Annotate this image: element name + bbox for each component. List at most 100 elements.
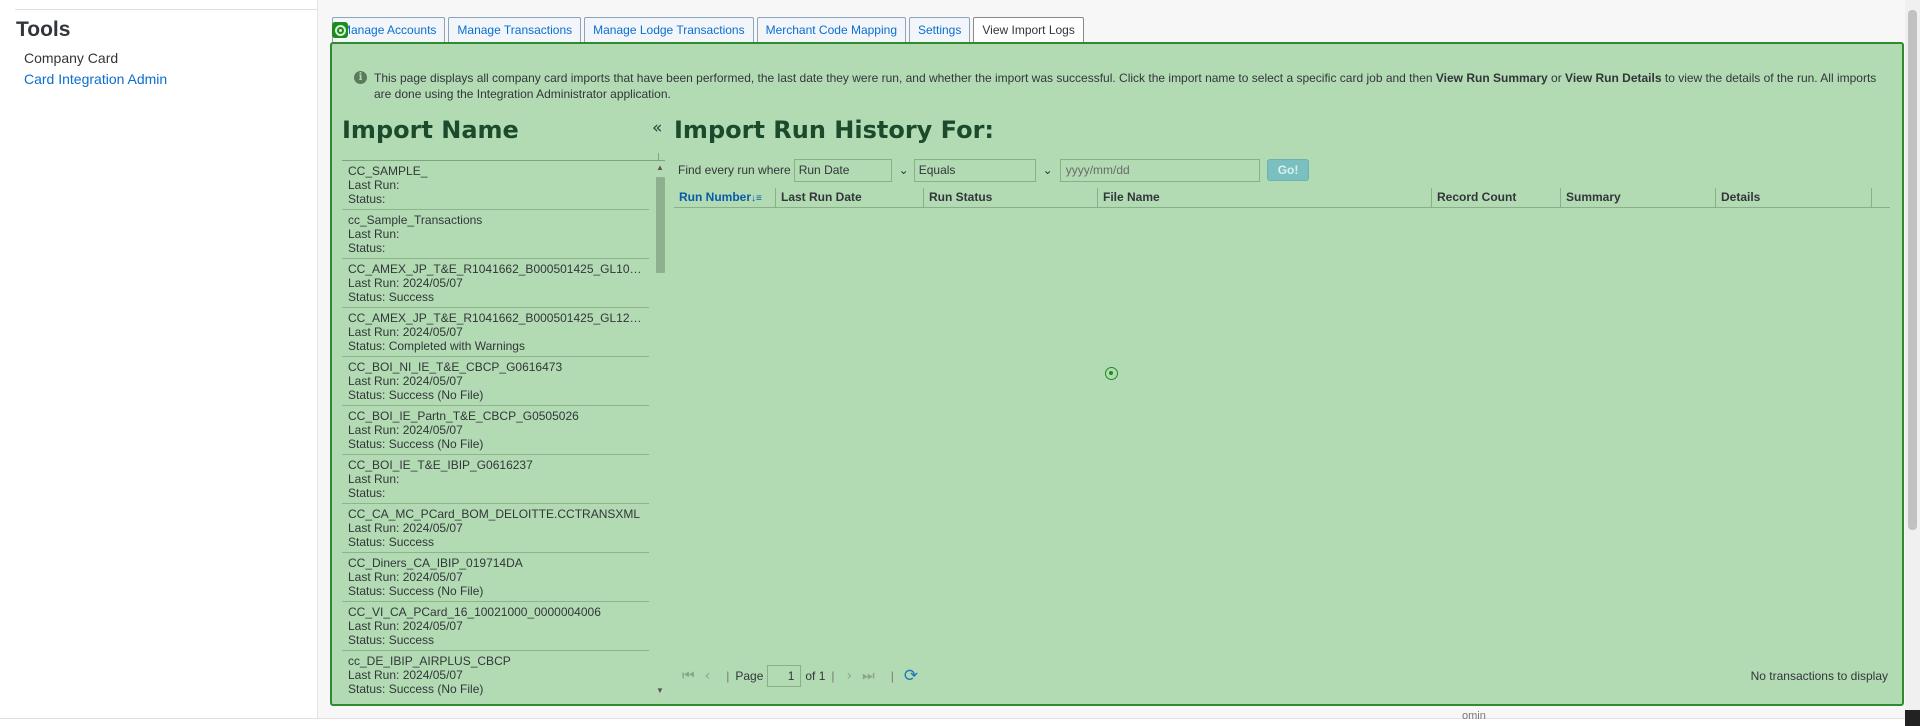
sidebar-title: Tools [16, 18, 71, 41]
import-item-status: Status: Success (No File) [348, 584, 484, 598]
tab-manage-accounts[interactable]: Manage Accounts [332, 17, 446, 43]
import-list: CC_SAMPLE_ Last Run: Status: cc_Sample_T… [342, 161, 649, 697]
import-item-status: Status: [348, 241, 386, 255]
list-item[interactable]: CC_BOI_IE_Partn_T&E_CBCP_G0505026 Last R… [342, 406, 649, 455]
list-item[interactable]: CC_AMEX_JP_T&E_R1041662_B000501425_GL120… [342, 308, 649, 357]
import-item-last-run: Last Run: 2024/05/07 [348, 423, 463, 437]
filter-label: Find every run where [678, 163, 791, 177]
info-link-run-summary: View Run Summary [1435, 71, 1548, 85]
column-run-number[interactable]: Run Number↓≡ [674, 188, 776, 208]
list-item[interactable]: CC_BOI_IE_T&E_IBIP_G0616237 Last Run: St… [342, 455, 649, 504]
import-name-heading: Import Name [342, 116, 519, 144]
empty-table-message: No transactions to display [1750, 669, 1888, 683]
tab-manage-transactions[interactable]: Manage Transactions [448, 17, 582, 43]
pagination-toolbar: ⏮ ‹ | Page 1 of 1 | › ⏭ | ⟳ [682, 665, 918, 687]
filter-operator-select[interactable]: Equals ⌄ [913, 158, 1053, 182]
column-details[interactable]: Details [1716, 188, 1872, 208]
import-logs-panel: i This page displays all company card im… [330, 42, 1904, 706]
list-item[interactable]: CC_VI_CA_PCard_16_10021000_0000004006 La… [342, 602, 649, 651]
tab-bar: Manage Accounts Manage Transactions Mana… [332, 17, 1084, 43]
import-item-name: CC_BOI_IE_T&E_IBIP_G0616237 [348, 458, 533, 472]
last-page-icon[interactable]: ⏭ [862, 668, 875, 684]
filter-date-input[interactable]: yyyy/mm/dd [1059, 158, 1260, 182]
scroll-thumb[interactable] [656, 177, 665, 273]
page-scroll-thumb[interactable] [1908, 10, 1917, 530]
info-link-run-details: View Run Details [1565, 71, 1662, 85]
info-icon: i [354, 71, 367, 84]
import-item-status: Status: Success (No File) [348, 437, 484, 451]
import-item-name: CC_Diners_CA_IBIP_019714DA [348, 556, 523, 570]
import-item-name: CC_SAMPLE_ [348, 164, 428, 178]
next-page-icon[interactable]: › [847, 668, 853, 684]
import-item-last-run: Last Run: 2024/05/07 [348, 619, 463, 633]
footer-fragment-text: omin [1462, 710, 1486, 722]
import-item-status: Status: Completed with Warnings [348, 339, 525, 353]
sidebar-item-company-card: Company Card [24, 50, 119, 66]
column-file-name[interactable]: File Name [1098, 188, 1432, 208]
tools-sidebar: Tools Company Card Card Integration Admi… [0, 0, 318, 718]
import-item-status: Status: [348, 486, 386, 500]
run-history-table-header: Run Number↓≡ Last Run Date Run Status Fi… [674, 188, 1890, 208]
import-item-last-run: Last Run: [348, 227, 400, 241]
import-run-history-heading: Import Run History For: [674, 116, 995, 144]
previous-page-icon[interactable]: ‹ [705, 668, 711, 684]
list-item[interactable]: CC_BOI_NI_IE_T&E_CBCP_G0616473 Last Run:… [342, 357, 649, 406]
import-item-status: Status: [348, 192, 386, 206]
tab-manage-lodge-transactions[interactable]: Manage Lodge Transactions [584, 17, 754, 43]
pager-separator: | [831, 669, 835, 683]
import-item-name: CC_BOI_NI_IE_T&E_CBCP_G0616473 [348, 360, 563, 374]
first-page-icon[interactable]: ⏮ [682, 668, 695, 684]
import-list-container: CC_SAMPLE_ Last Run: Status: cc_Sample_T… [342, 153, 666, 697]
page-number-input[interactable]: 1 [767, 665, 802, 687]
go-button[interactable]: Go! [1266, 159, 1310, 181]
list-item[interactable]: cc_Sample_Transactions Last Run: Status: [342, 210, 649, 259]
list-item[interactable]: CC_CA_MC_PCard_BOM_DELOITTE.CCTRANSXML L… [342, 504, 649, 553]
chevron-down-icon[interactable]: ⌄ [899, 160, 909, 181]
import-item-last-run: Last Run: [348, 472, 400, 486]
sidebar-item-card-integration-admin[interactable]: Card Integration Admin [24, 71, 167, 87]
import-item-last-run: Last Run: 2024/05/07 [348, 374, 463, 388]
sort-descending-icon[interactable]: ↓≡ [751, 193, 762, 204]
import-item-name: CC_BOI_IE_Partn_T&E_CBCP_G0505026 [348, 409, 579, 423]
filter-field-select[interactable]: Run Date ⌄ [793, 158, 909, 182]
import-item-name: CC_CA_MC_PCard_BOM_DELOITTE.CCTRANSXML [348, 507, 641, 521]
column-record-count[interactable]: Record Count [1432, 188, 1561, 208]
sidebar-divider [15, 9, 317, 10]
tab-merchant-code-mapping[interactable]: Merchant Code Mapping [756, 17, 906, 43]
import-item-status: Status: Success (No File) [348, 682, 484, 696]
scroll-down-icon[interactable]: ▼ [656, 686, 664, 695]
list-item[interactable]: CC_AMEX_JP_T&E_R1041662_B000501425_GL102… [342, 259, 649, 308]
tab-settings[interactable]: Settings [909, 17, 971, 43]
list-item[interactable]: CC_SAMPLE_ Last Run: Status: [342, 161, 649, 210]
column-last-run-date[interactable]: Last Run Date [776, 188, 924, 208]
import-item-last-run: Last Run: 2024/05/07 [348, 276, 463, 290]
column-summary[interactable]: Summary [1561, 188, 1716, 208]
chevron-down-icon[interactable]: ⌄ [1043, 160, 1053, 181]
pager-separator: | [726, 669, 730, 683]
page-scrollbar[interactable] [1905, 0, 1920, 718]
run-filter-bar: Find every run where Run Date ⌄ Equals ⌄… [678, 158, 1310, 182]
filter-operator-value: Equals [918, 162, 956, 177]
import-item-name: cc_Sample_Transactions [348, 213, 483, 227]
tab-view-import-logs[interactable]: View Import Logs [973, 17, 1084, 43]
collapse-icon[interactable]: « [652, 118, 662, 138]
list-item[interactable]: cc_DE_IBIP_AIRPLUS_CBCP Last Run: 2024/0… [342, 651, 649, 697]
list-item[interactable]: CC_Diners_CA_IBIP_019714DA Last Run: 202… [342, 553, 649, 602]
import-item-status: Status: Success [348, 535, 435, 549]
crosshair-icon [1105, 367, 1118, 380]
import-item-last-run: Last Run: 2024/05/07 [348, 570, 463, 584]
column-run-status[interactable]: Run Status [924, 188, 1098, 208]
list-divider [658, 153, 659, 161]
import-item-name: CC_VI_CA_PCard_16_10021000_0000004006 [348, 605, 601, 619]
filter-field-value: Run Date [798, 162, 850, 177]
page-label: Page [735, 669, 764, 683]
import-item-last-run: Last Run: 2024/05/07 [348, 668, 463, 682]
pager-separator: | [890, 669, 894, 683]
import-list-scrollbar[interactable]: ▲ ▼ [654, 161, 666, 697]
scroll-up-icon[interactable]: ▲ [656, 163, 664, 172]
selection-badge-icon [332, 22, 348, 38]
refresh-icon[interactable]: ⟳ [904, 666, 918, 686]
window-corner [1905, 710, 1920, 726]
column-run-number-label: Run Number [679, 190, 751, 204]
import-item-last-run: Last Run: [348, 178, 400, 192]
